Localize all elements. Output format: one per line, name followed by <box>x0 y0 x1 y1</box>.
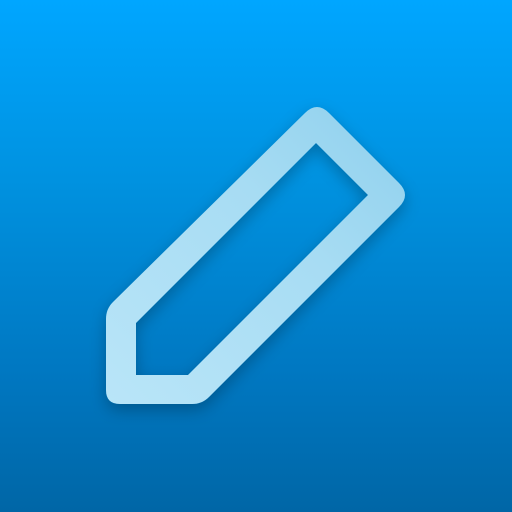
pencil-icon-wrapper <box>0 0 512 512</box>
pencil-shape <box>106 107 405 404</box>
pencil-icon <box>106 107 405 404</box>
